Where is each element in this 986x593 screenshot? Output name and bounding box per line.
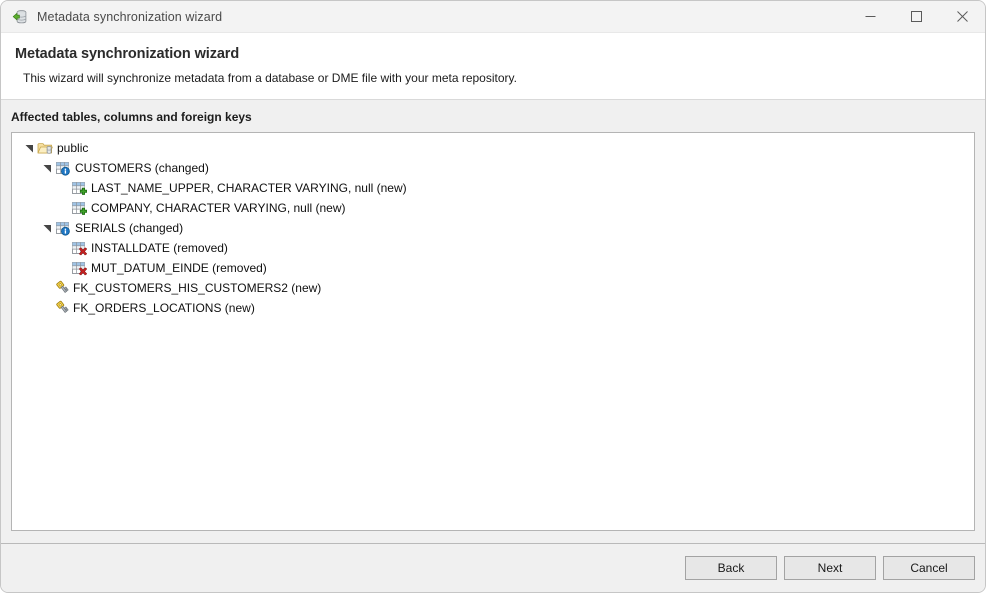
window-title: Metadata synchronization wizard	[37, 10, 222, 24]
column-removed-icon	[71, 260, 87, 276]
foreign-key-icon	[53, 300, 69, 316]
column-new-icon	[71, 200, 87, 216]
database-sync-icon	[12, 9, 28, 25]
minimize-icon[interactable]	[847, 1, 893, 32]
tree-item-label: INSTALLDATE (removed)	[87, 241, 228, 255]
tree-item-customers[interactable]: CUSTOMERS (changed)	[12, 158, 974, 178]
maximize-icon[interactable]	[893, 1, 939, 32]
section-label: Affected tables, columns and foreign key…	[11, 100, 975, 132]
affected-objects-tree[interactable]: public	[11, 132, 975, 531]
tree-item-label: FK_ORDERS_LOCATIONS (new)	[69, 301, 255, 315]
tree-item-label: MUT_DATUM_EINDE (removed)	[87, 261, 267, 275]
cancel-button[interactable]: Cancel	[883, 556, 975, 580]
expander-icon[interactable]	[21, 140, 37, 156]
window-controls	[847, 1, 985, 32]
wizard-body: Affected tables, columns and foreign key…	[1, 100, 985, 543]
table-changed-icon	[55, 160, 71, 176]
title-bar: Metadata synchronization wizard	[1, 1, 985, 33]
tree-item-label: public	[53, 141, 88, 155]
tree-item-label: COMPANY, CHARACTER VARYING, null (new)	[87, 201, 346, 215]
wizard-window: Metadata synchronization wizard Metadata…	[0, 0, 986, 593]
page-title: Metadata synchronization wizard	[15, 46, 985, 62]
tree-item-label: LAST_NAME_UPPER, CHARACTER VARYING, null…	[87, 181, 407, 195]
tree-item-last-name-upper[interactable]: LAST_NAME_UPPER, CHARACTER VARYING, null…	[12, 178, 974, 198]
wizard-header: Metadata synchronization wizard This wiz…	[1, 33, 985, 100]
column-removed-icon	[71, 240, 87, 256]
schema-folder-icon	[37, 140, 53, 156]
tree-item-label: SERIALS (changed)	[71, 221, 183, 235]
close-icon[interactable]	[939, 1, 985, 32]
tree-item-label: CUSTOMERS (changed)	[71, 161, 209, 175]
foreign-key-icon	[53, 280, 69, 296]
tree-item-label: FK_CUSTOMERS_HIS_CUSTOMERS2 (new)	[69, 281, 321, 295]
tree-item-company[interactable]: COMPANY, CHARACTER VARYING, null (new)	[12, 198, 974, 218]
expander-icon[interactable]	[39, 220, 55, 236]
expander-icon[interactable]	[39, 160, 55, 176]
tree-item-mut-datum-einde[interactable]: MUT_DATUM_EINDE (removed)	[12, 258, 974, 278]
back-button[interactable]: Back	[685, 556, 777, 580]
next-button[interactable]: Next	[784, 556, 876, 580]
button-bar: Back Next Cancel	[1, 543, 985, 592]
column-new-icon	[71, 180, 87, 196]
page-subtitle: This wizard will synchronize metadata fr…	[15, 71, 985, 85]
tree-item-installdate[interactable]: INSTALLDATE (removed)	[12, 238, 974, 258]
tree-item-fk-customers-his-customers2[interactable]: FK_CUSTOMERS_HIS_CUSTOMERS2 (new)	[12, 278, 974, 298]
tree-item-public[interactable]: public	[12, 138, 974, 158]
tree-item-fk-orders-locations[interactable]: FK_ORDERS_LOCATIONS (new)	[12, 298, 974, 318]
tree-item-serials[interactable]: SERIALS (changed)	[12, 218, 974, 238]
table-changed-icon	[55, 220, 71, 236]
